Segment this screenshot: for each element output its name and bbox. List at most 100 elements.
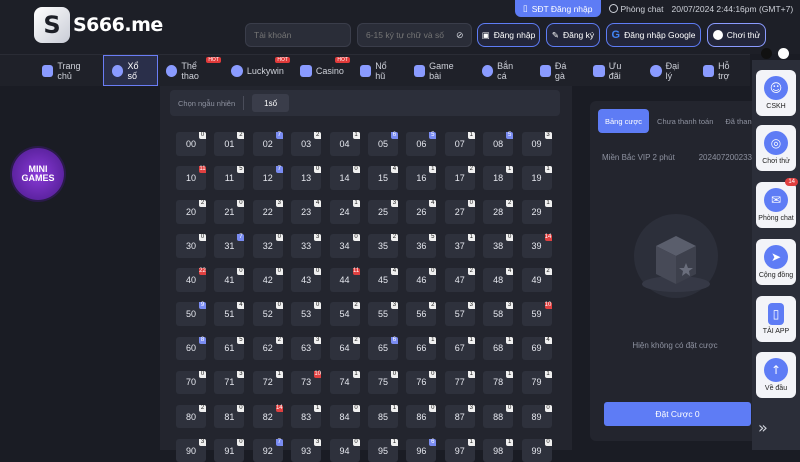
- number-cell[interactable]: 92 7: [252, 438, 283, 462]
- number-cell[interactable]: 55 3: [367, 302, 398, 326]
- number-cell[interactable]: 21 0: [214, 200, 245, 224]
- number-cell[interactable]: 15 4: [367, 166, 398, 190]
- password-field[interactable]: ⊘: [357, 23, 472, 47]
- number-cell[interactable]: 77 1: [444, 370, 475, 395]
- sidebar-item-cskh[interactable]: ☺ CSKH: [756, 70, 796, 116]
- number-cell[interactable]: 28 2: [483, 200, 514, 224]
- nav-item-casino[interactable]: Casino HOT: [292, 55, 352, 87]
- number-cell[interactable]: 29 1: [521, 200, 552, 224]
- number-cell[interactable]: 53 0: [291, 302, 322, 326]
- number-cell[interactable]: 14 0: [329, 166, 360, 190]
- number-cell[interactable]: 26 4: [406, 200, 437, 224]
- nav-item-rooster[interactable]: Đá gà: [532, 55, 586, 87]
- number-cell[interactable]: 35 2: [367, 234, 398, 258]
- number-cell[interactable]: 87 3: [444, 404, 475, 429]
- place-bet-button[interactable]: Đặt Cược 0: [604, 402, 751, 426]
- number-cell[interactable]: 10 11: [176, 166, 206, 190]
- number-cell[interactable]: 64 2: [329, 336, 360, 361]
- sidebar-item-download-app[interactable]: ▯ TẢI APP: [756, 296, 796, 342]
- number-cell[interactable]: 81 0: [214, 404, 245, 429]
- nav-item-home[interactable]: Trang chủ: [34, 55, 103, 87]
- number-cell[interactable]: 90 3: [176, 438, 206, 462]
- number-cell[interactable]: 17 2: [444, 166, 475, 190]
- number-cell[interactable]: 65 6: [367, 336, 398, 361]
- account-input[interactable]: [245, 23, 351, 47]
- number-cell[interactable]: 11 5: [214, 166, 245, 190]
- number-cell[interactable]: 47 2: [444, 268, 475, 292]
- number-cell[interactable]: 80 2: [176, 404, 206, 429]
- number-cell[interactable]: 69 4: [521, 336, 552, 361]
- number-cell[interactable]: 27 0: [444, 200, 475, 224]
- number-cell[interactable]: 61 5: [214, 336, 245, 361]
- number-cell[interactable]: 60 8: [176, 336, 206, 361]
- number-cell[interactable]: 58 3: [483, 302, 514, 326]
- number-cell[interactable]: 51 4: [214, 302, 245, 326]
- number-cell[interactable]: 24 1: [329, 200, 360, 224]
- sdt-login-button[interactable]: ▯ SĐT Đăng nhập: [515, 0, 601, 17]
- number-cell[interactable]: 98 1: [483, 438, 514, 462]
- number-cell[interactable]: 06 5: [406, 132, 437, 156]
- number-cell[interactable]: 02 7: [252, 132, 283, 156]
- tab-bet-board[interactable]: Bảng cược: [598, 109, 650, 133]
- sidebar-item-try-play[interactable]: ◎ Chơi thử: [756, 125, 796, 171]
- number-cell[interactable]: 04 1: [329, 132, 360, 156]
- number-cell[interactable]: 33 3: [291, 234, 322, 258]
- number-cell[interactable]: 30 0: [176, 234, 206, 258]
- number-cell[interactable]: 91 0: [214, 438, 245, 462]
- number-cell[interactable]: 09 3: [521, 132, 552, 156]
- number-cell[interactable]: 86 0: [406, 404, 437, 429]
- try-play-button[interactable]: Chơi thử: [707, 23, 766, 47]
- number-cell[interactable]: 13 0: [291, 166, 322, 190]
- number-cell[interactable]: 76 0: [406, 370, 437, 395]
- nav-item-jackpot[interactable]: Nổ hũ: [352, 55, 406, 87]
- number-cell[interactable]: 48 4: [483, 268, 514, 292]
- nav-item-cards[interactable]: Game bài: [406, 55, 474, 87]
- number-cell[interactable]: 97 1: [444, 438, 475, 462]
- number-cell[interactable]: 42 0: [252, 268, 283, 292]
- number-cell[interactable]: 79 1: [521, 370, 552, 395]
- number-cell[interactable]: 01 2: [214, 132, 245, 156]
- number-cell[interactable]: 18 1: [483, 166, 514, 190]
- number-cell[interactable]: 16 1: [406, 166, 437, 190]
- number-cell[interactable]: 39 14: [521, 234, 552, 258]
- nav-item-agent[interactable]: Đại lý: [642, 55, 694, 87]
- number-cell[interactable]: 52 0: [252, 302, 283, 326]
- site-logo[interactable]: S S666.me: [34, 4, 184, 46]
- number-cell[interactable]: 45 4: [367, 268, 398, 292]
- number-cell[interactable]: 20 2: [176, 200, 206, 224]
- number-cell[interactable]: 93 3: [291, 438, 322, 462]
- number-cell[interactable]: 46 0: [406, 268, 437, 292]
- number-cell[interactable]: 88 0: [483, 404, 514, 429]
- number-cell[interactable]: 19 1: [521, 166, 552, 190]
- number-cell[interactable]: 08 5: [483, 132, 514, 156]
- number-cell[interactable]: 56 2: [406, 302, 437, 326]
- number-cell[interactable]: 96 6: [406, 438, 437, 462]
- number-cell[interactable]: 73 10: [291, 370, 322, 395]
- number-cell[interactable]: 94 0: [329, 438, 360, 462]
- number-cell[interactable]: 67 1: [444, 336, 475, 361]
- number-cell[interactable]: 03 2: [291, 132, 322, 156]
- number-cell[interactable]: 23 4: [291, 200, 322, 224]
- eye-slash-icon[interactable]: ⊘: [456, 30, 464, 41]
- number-cell[interactable]: 89 0: [521, 404, 552, 429]
- number-cell[interactable]: 57 3: [444, 302, 475, 326]
- nav-item-sports[interactable]: Thể thao HOT: [158, 55, 223, 87]
- number-cell[interactable]: 40 22: [176, 268, 206, 292]
- collapse-sidebar-icon[interactable]: »: [758, 418, 768, 437]
- number-cell[interactable]: 99 0: [521, 438, 552, 462]
- number-cell[interactable]: 71 3: [214, 370, 245, 395]
- number-cell[interactable]: 49 2: [521, 268, 552, 292]
- number-cell[interactable]: 34 0: [329, 234, 360, 258]
- number-cell[interactable]: 68 1: [483, 336, 514, 361]
- number-cell[interactable]: 38 0: [483, 234, 514, 258]
- google-login-button[interactable]: G Đăng nhập Google: [606, 23, 701, 47]
- number-cell[interactable]: 43 0: [291, 268, 322, 292]
- light-theme-toggle[interactable]: [778, 48, 789, 59]
- sidebar-item-room-chat[interactable]: ✉ Phòng chat 14: [756, 178, 798, 228]
- number-cell[interactable]: 83 1: [291, 404, 322, 429]
- tab-unpaid[interactable]: Chưa thanh toán: [653, 109, 717, 133]
- number-cell[interactable]: 82 14: [252, 404, 283, 429]
- number-cell[interactable]: 25 3: [367, 200, 398, 224]
- number-cell[interactable]: 50 9: [176, 302, 206, 326]
- nav-item-lottery[interactable]: Xổ số: [103, 55, 159, 86]
